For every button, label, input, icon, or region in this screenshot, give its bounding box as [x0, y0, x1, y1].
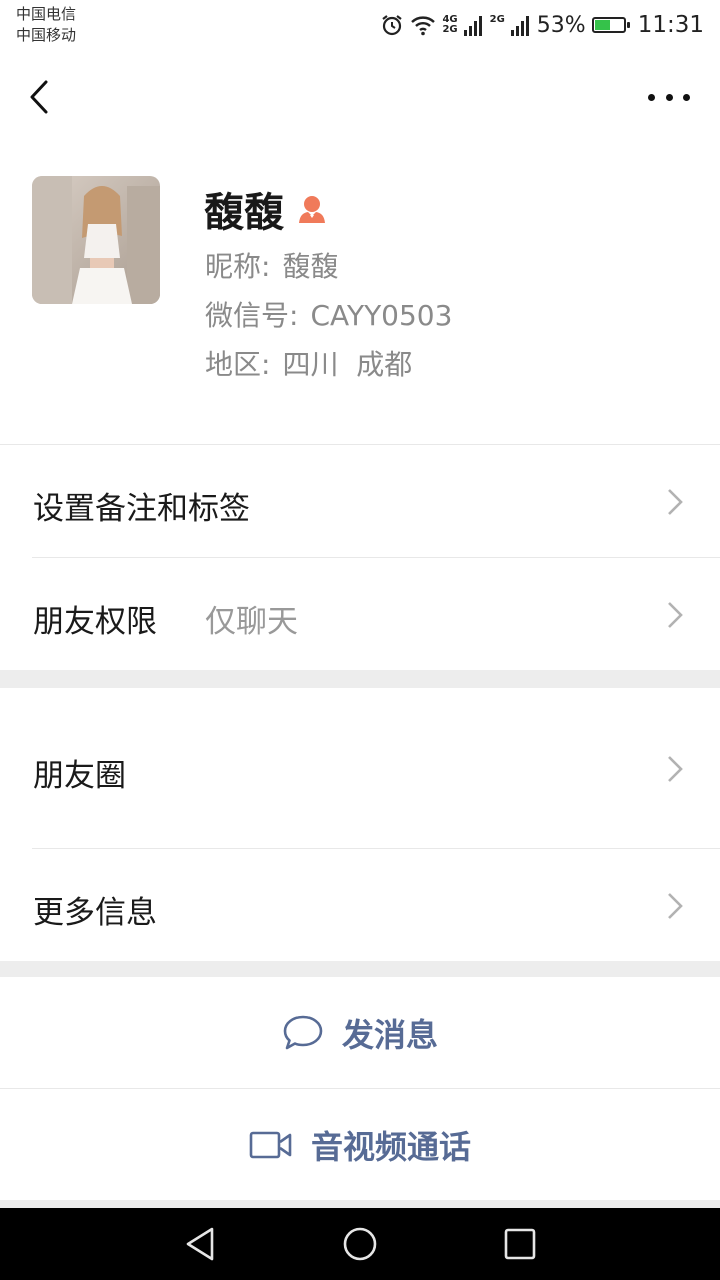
remark-tags-row[interactable]: 设置备注和标签 — [0, 445, 720, 557]
friend-permissions-value: 仅聊天 — [205, 604, 298, 640]
wechat-id-label: 微信号: — [205, 299, 299, 332]
moments-label: 朋友圈 — [33, 758, 126, 794]
battery-percent: 53% — [536, 12, 586, 38]
friend-permissions-label: 朋友权限 — [33, 604, 157, 640]
battery-icon — [591, 17, 630, 33]
network-type-1: 4G 2G — [442, 14, 458, 35]
chevron-left-icon[interactable] — [22, 74, 58, 120]
remark-tags-label: 设置备注和标签 — [33, 491, 250, 527]
video-call-button[interactable]: 音视频通话 — [0, 1089, 720, 1200]
send-message-label: 发消息 — [341, 1015, 438, 1054]
region-line: 地区: 四川 成都 — [205, 343, 412, 383]
signal-icon-2 — [510, 16, 529, 36]
status-icons: 4G 2G 2G 53% 11:31 — [380, 10, 704, 40]
chat-bubble-icon — [283, 1015, 323, 1049]
send-message-button[interactable]: 发消息 — [0, 977, 720, 1088]
wechat-id-value: CAYY0503 — [310, 299, 453, 332]
chevron-right-icon — [668, 756, 683, 782]
section-gap — [0, 670, 720, 688]
display-name: 馥馥 — [204, 190, 284, 236]
battery-fill — [594, 20, 610, 30]
wechat-id-line: 微信号: CAYY0503 — [205, 294, 452, 334]
region-value: 四川 成都 — [282, 348, 413, 381]
nickname-line: 昵称: 馥馥 — [205, 245, 338, 285]
carrier-2: 中国移动 — [16, 26, 77, 44]
more-info-row[interactable]: 更多信息 — [0, 849, 720, 961]
female-icon — [299, 196, 325, 223]
profile-name-row: 馥馥 — [204, 180, 328, 238]
section-gap — [0, 961, 720, 977]
nickname-value: 馥馥 — [282, 250, 339, 283]
video-call-label: 音视频通话 — [310, 1127, 471, 1166]
signal-icon-1 — [463, 16, 482, 36]
friend-permissions-row[interactable]: 朋友权限 仅聊天 — [0, 558, 720, 670]
region-label: 地区: — [205, 348, 271, 381]
video-camera-icon — [249, 1131, 292, 1158]
home-circle-icon[interactable] — [342, 1226, 378, 1262]
nav-bar — [0, 52, 720, 142]
avatar[interactable] — [32, 176, 160, 304]
status-bar: 中国电信 中国移动 4G 2G 2G 53% 11:31 — [0, 0, 720, 52]
network-type-2: 2G — [489, 14, 505, 25]
back-triangle-icon[interactable] — [182, 1226, 218, 1262]
alarm-icon — [382, 15, 403, 36]
section-gap — [0, 1200, 720, 1208]
wifi-icon — [411, 16, 436, 36]
carrier-labels: 中国电信 中国移动 — [16, 4, 76, 46]
chevron-right-icon — [668, 893, 683, 919]
system-nav-bar — [0, 1208, 720, 1280]
chevron-right-icon — [668, 602, 683, 628]
more-dots-icon[interactable] — [648, 86, 690, 108]
more-info-label: 更多信息 — [33, 895, 157, 931]
moments-row[interactable]: 朋友圈 — [0, 688, 720, 848]
recents-square-icon[interactable] — [502, 1226, 538, 1262]
clock: 11:31 — [637, 12, 704, 38]
carrier-1: 中国电信 — [16, 5, 77, 23]
chevron-right-icon — [668, 489, 683, 515]
nickname-label: 昵称: — [205, 250, 271, 283]
